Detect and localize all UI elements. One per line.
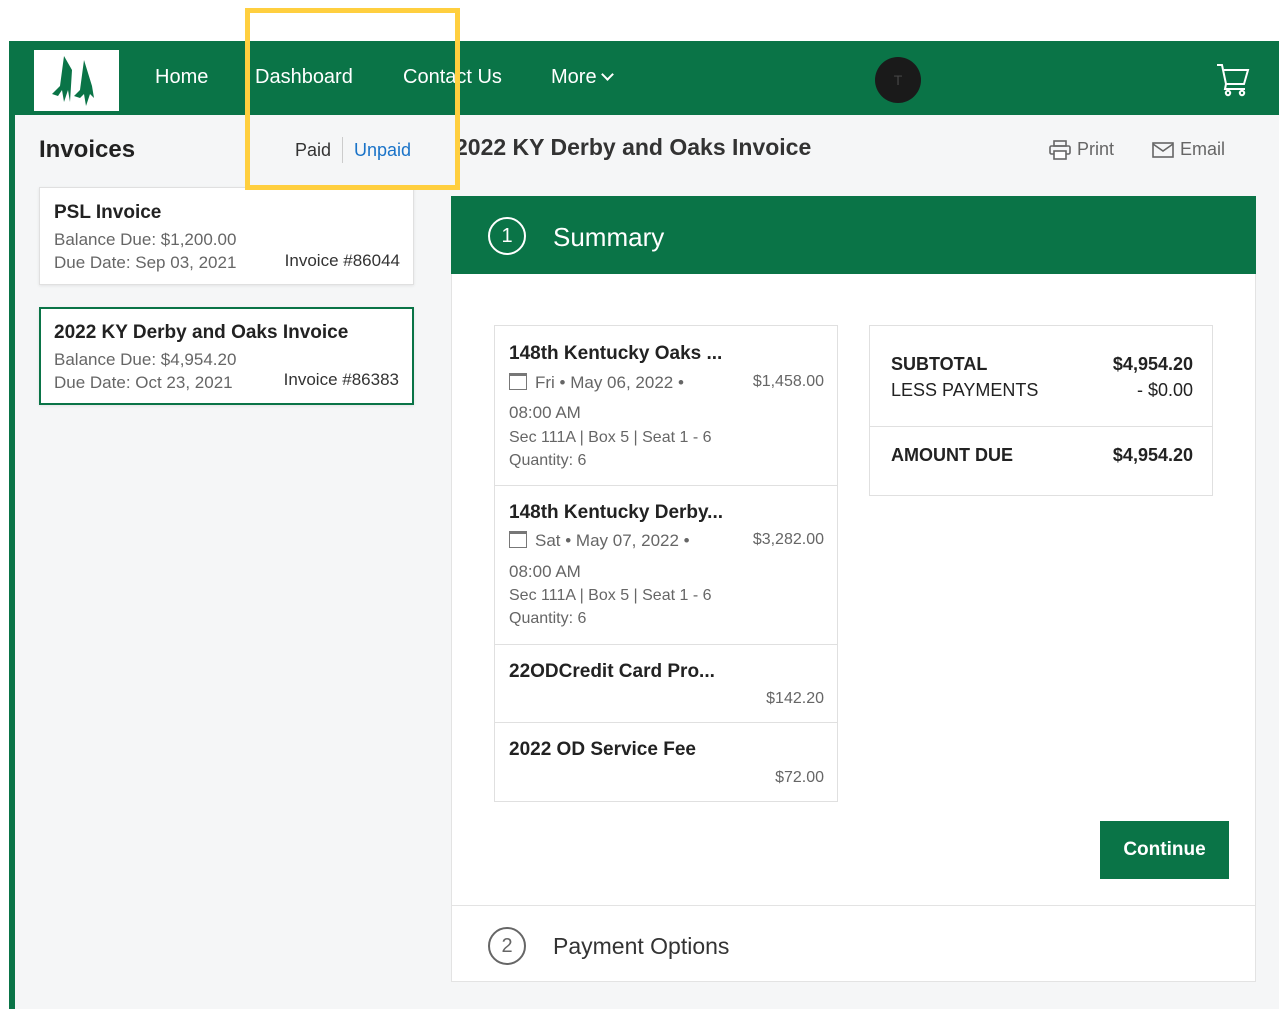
line-item: 148th Kentucky Oaks ... Fri • May 06, 20…: [495, 326, 837, 486]
summary-step-label: Summary: [553, 222, 665, 252]
filter-paid[interactable]: Paid: [295, 140, 331, 161]
email-button[interactable]: Email: [1152, 139, 1225, 160]
line-item-quantity: Quantity: 6: [509, 452, 587, 469]
avatar[interactable]: T: [875, 57, 921, 103]
invoice-card-derby-oaks[interactable]: 2022 KY Derby and Oaks Invoice Balance D…: [39, 307, 414, 405]
invoice-number: Invoice #86383: [283, 370, 399, 389]
line-item: 148th Kentucky Derby... Sat • May 07, 20…: [495, 486, 837, 645]
line-item-title: 148th Kentucky Derby...: [509, 502, 724, 523]
line-item-price: $72.00: [775, 769, 824, 786]
filter-unpaid[interactable]: Unpaid: [354, 140, 411, 161]
less-payments-label: LESS PAYMENTS: [891, 380, 1039, 400]
subtotal-label: SUBTOTAL: [891, 354, 988, 374]
line-item-price: $1,458.00: [752, 373, 824, 390]
line-item-title: 22ODCredit Card Pro...: [509, 661, 715, 682]
continue-button[interactable]: Continue: [1100, 821, 1229, 879]
line-item-seat: Sec 111A | Box 5 | Seat 1 - 6: [509, 587, 712, 604]
line-item-time: 08:00 AM: [509, 403, 581, 422]
order-summary: SUBTOTAL $4,954.20 LESS PAYMENTS - $0.00…: [869, 325, 1213, 496]
filter-divider: [342, 137, 343, 163]
line-item-date: Sat • May 07, 2022 •: [535, 531, 690, 550]
chevron-down-icon: [600, 68, 614, 81]
invoice-balance: Balance Due: $1,200.00: [54, 230, 237, 249]
invoice-title: 2022 KY Derby and Oaks Invoice: [54, 322, 349, 343]
line-item-time: 08:00 AM: [509, 562, 581, 581]
invoice-title: PSL Invoice: [54, 202, 162, 223]
logo-icon[interactable]: [34, 50, 119, 111]
subtotal-value: $4,954.20: [1112, 354, 1193, 374]
print-button[interactable]: Print: [1049, 139, 1114, 160]
payment-options-label: Payment Options: [553, 933, 730, 959]
calendar-icon: [509, 531, 527, 548]
nav-more-label: More: [551, 66, 597, 88]
line-item-price: $3,282.00: [752, 531, 824, 548]
nav-home[interactable]: Home: [155, 66, 208, 89]
invoice-detail-title: 2022 KY Derby and Oaks Invoice: [455, 134, 812, 160]
line-item-quantity: Quantity: 6: [509, 610, 587, 627]
step-2-indicator: 2: [488, 927, 526, 965]
line-item-seat: Sec 111A | Box 5 | Seat 1 - 6: [509, 429, 712, 446]
line-item-price: $142.20: [766, 690, 824, 707]
nav-more[interactable]: More: [551, 66, 614, 89]
summary-divider: [870, 426, 1212, 427]
line-item: 2022 OD Service Fee $72.00: [495, 723, 837, 801]
invoices-heading: Invoices: [39, 136, 136, 163]
calendar-icon: [509, 373, 527, 390]
step-1-indicator: 1: [488, 217, 526, 255]
nav-dashboard[interactable]: Dashboard: [255, 66, 353, 89]
mail-icon: [1152, 141, 1174, 158]
amount-due-value: $4,954.20: [1112, 445, 1193, 465]
line-items-list: 148th Kentucky Oaks ... Fri • May 06, 20…: [494, 325, 838, 802]
print-label: Print: [1077, 139, 1115, 159]
invoice-card-psl[interactable]: PSL Invoice Balance Due: $1,200.00 Due D…: [39, 187, 414, 285]
line-item-title: 2022 OD Service Fee: [509, 739, 696, 760]
invoice-number: Invoice #86044: [284, 251, 400, 270]
cart-icon[interactable]: [1214, 60, 1252, 98]
line-item-date: Fri • May 06, 2022 •: [535, 373, 684, 392]
amount-due-label: AMOUNT DUE: [891, 445, 1013, 465]
less-payments-value: - $0.00: [1136, 380, 1193, 400]
nav-contact-us[interactable]: Contact Us: [403, 66, 502, 89]
email-label: Email: [1180, 139, 1226, 159]
line-item: 22ODCredit Card Pro... $142.20: [495, 645, 837, 723]
line-item-title: 148th Kentucky Oaks ...: [509, 343, 723, 364]
printer-icon: [1049, 139, 1071, 160]
invoice-balance: Balance Due: $4,954.20: [54, 350, 237, 369]
